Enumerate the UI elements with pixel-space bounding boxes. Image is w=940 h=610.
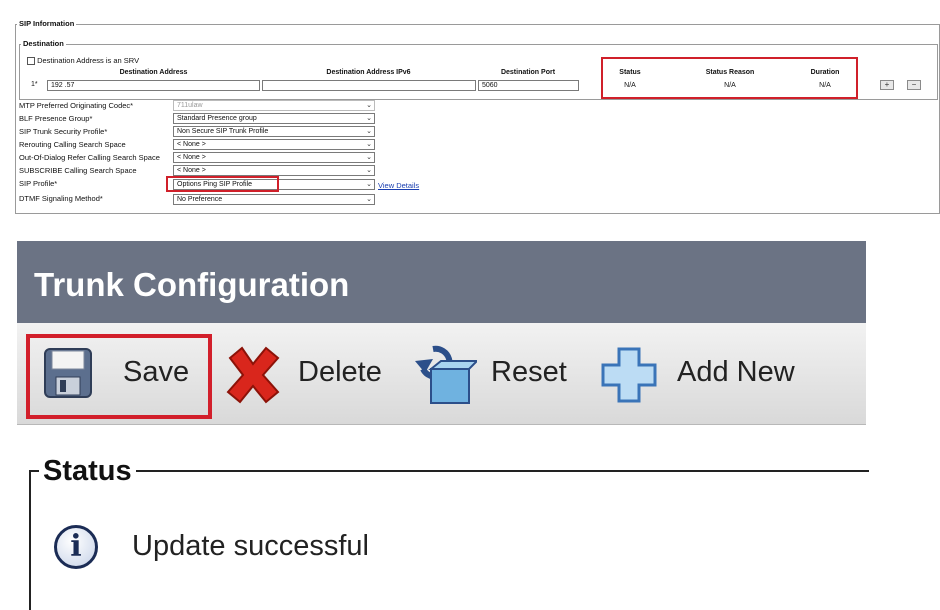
status-highlight-box: [601, 57, 858, 99]
rerouting-css-select[interactable]: < None > ⌄: [173, 139, 375, 150]
reset-icon: [415, 345, 477, 404]
chevron-down-icon: ⌄: [366, 154, 372, 161]
subscribe-css-select[interactable]: < None > ⌄: [173, 165, 375, 176]
page-title: Trunk Configuration: [34, 266, 350, 303]
header-destination-address: Destination Address: [119, 69, 188, 76]
mtp-codec-select[interactable]: 711ulaw ⌄: [173, 100, 375, 111]
destination-legend: Destination: [21, 39, 66, 48]
field-label-dtmf: DTMF Signaling Method*: [19, 194, 103, 203]
chevron-down-icon: ⌄: [366, 167, 372, 174]
add-destination-button[interactable]: +: [880, 80, 894, 90]
out-of-dialog-css-select[interactable]: < None > ⌄: [173, 152, 375, 163]
status-legend: Status: [39, 455, 136, 488]
mtp-codec-value: 711ulaw: [177, 102, 203, 109]
blf-presence-select[interactable]: Standard Presence group ⌄: [173, 113, 375, 124]
chevron-down-icon: ⌄: [366, 196, 372, 203]
view-details-link[interactable]: View Details: [378, 181, 419, 190]
row-index: 1*: [31, 81, 38, 88]
sip-information-panel: SIP Information Destination Destination …: [0, 0, 940, 216]
chevron-down-icon: ⌄: [366, 115, 372, 122]
srv-checkbox[interactable]: [27, 57, 35, 66]
field-label-mtp-codec: MTP Preferred Originating Codec*: [19, 101, 134, 110]
field-label-blf-presence: BLF Presence Group*: [19, 114, 93, 123]
field-label-trunk-security: SIP Trunk Security Profile*: [19, 127, 108, 136]
field-label-rerouting-css: Rerouting Calling Search Space: [19, 140, 126, 149]
info-icon: i: [54, 525, 98, 569]
sip-profile-highlight-box: [166, 176, 279, 192]
field-label-sip-profile: SIP Profile*: [19, 179, 58, 188]
blf-presence-value: Standard Presence group: [177, 115, 257, 122]
title-bar: Trunk Configuration: [17, 241, 866, 323]
toolbar: Save Delete Reset Add New: [17, 323, 866, 425]
chevron-down-icon: ⌄: [366, 141, 372, 148]
header-destination-ipv6: Destination Address IPv6: [326, 69, 411, 76]
srv-checkbox-label: Destination Address is an SRV: [37, 56, 140, 65]
add-new-label: Add New: [677, 356, 795, 388]
subscribe-css-value: < None >: [177, 167, 206, 174]
rerouting-css-value: < None >: [177, 141, 206, 148]
remove-destination-button[interactable]: −: [907, 80, 921, 90]
destination-port-input[interactable]: 5060: [478, 80, 579, 91]
dtmf-value: No Preference: [177, 196, 223, 203]
chevron-down-icon: ⌄: [366, 128, 372, 135]
trunk-configuration-panel: Trunk Configuration Save Delete Reset Ad…: [17, 241, 869, 610]
delete-x-icon: [226, 346, 280, 404]
delete-label: Delete: [298, 356, 382, 388]
trunk-security-value: Non Secure SIP Trunk Profile: [177, 128, 269, 135]
srv-checkbox-row: Destination Address is an SRV: [27, 56, 140, 66]
out-of-dialog-css-value: < None >: [177, 154, 206, 161]
chevron-down-icon: ⌄: [366, 181, 372, 188]
destination-address-input[interactable]: 192 .57: [47, 80, 260, 91]
reset-label: Reset: [491, 356, 567, 388]
trunk-security-select[interactable]: Non Secure SIP Trunk Profile ⌄: [173, 126, 375, 137]
add-new-button[interactable]: Add New: [599, 323, 819, 425]
plus-icon: [601, 347, 657, 403]
sip-information-legend: SIP Information: [17, 19, 77, 28]
header-destination-port: Destination Port: [500, 69, 556, 76]
save-highlight-box: [26, 334, 212, 419]
destination-address-value: 192 .57: [51, 82, 75, 89]
dtmf-select[interactable]: No Preference ⌄: [173, 194, 375, 205]
chevron-down-icon: ⌄: [366, 102, 372, 109]
field-label-subscribe-css: SUBSCRIBE Calling Search Space: [19, 166, 137, 175]
destination-ipv6-input[interactable]: [262, 80, 476, 91]
delete-button[interactable]: Delete: [220, 323, 390, 425]
status-message: Update successful: [132, 530, 369, 562]
field-label-out-of-dialog-css: Out-Of-Dialog Refer Calling Search Space: [19, 153, 160, 162]
reset-button[interactable]: Reset: [411, 323, 581, 425]
